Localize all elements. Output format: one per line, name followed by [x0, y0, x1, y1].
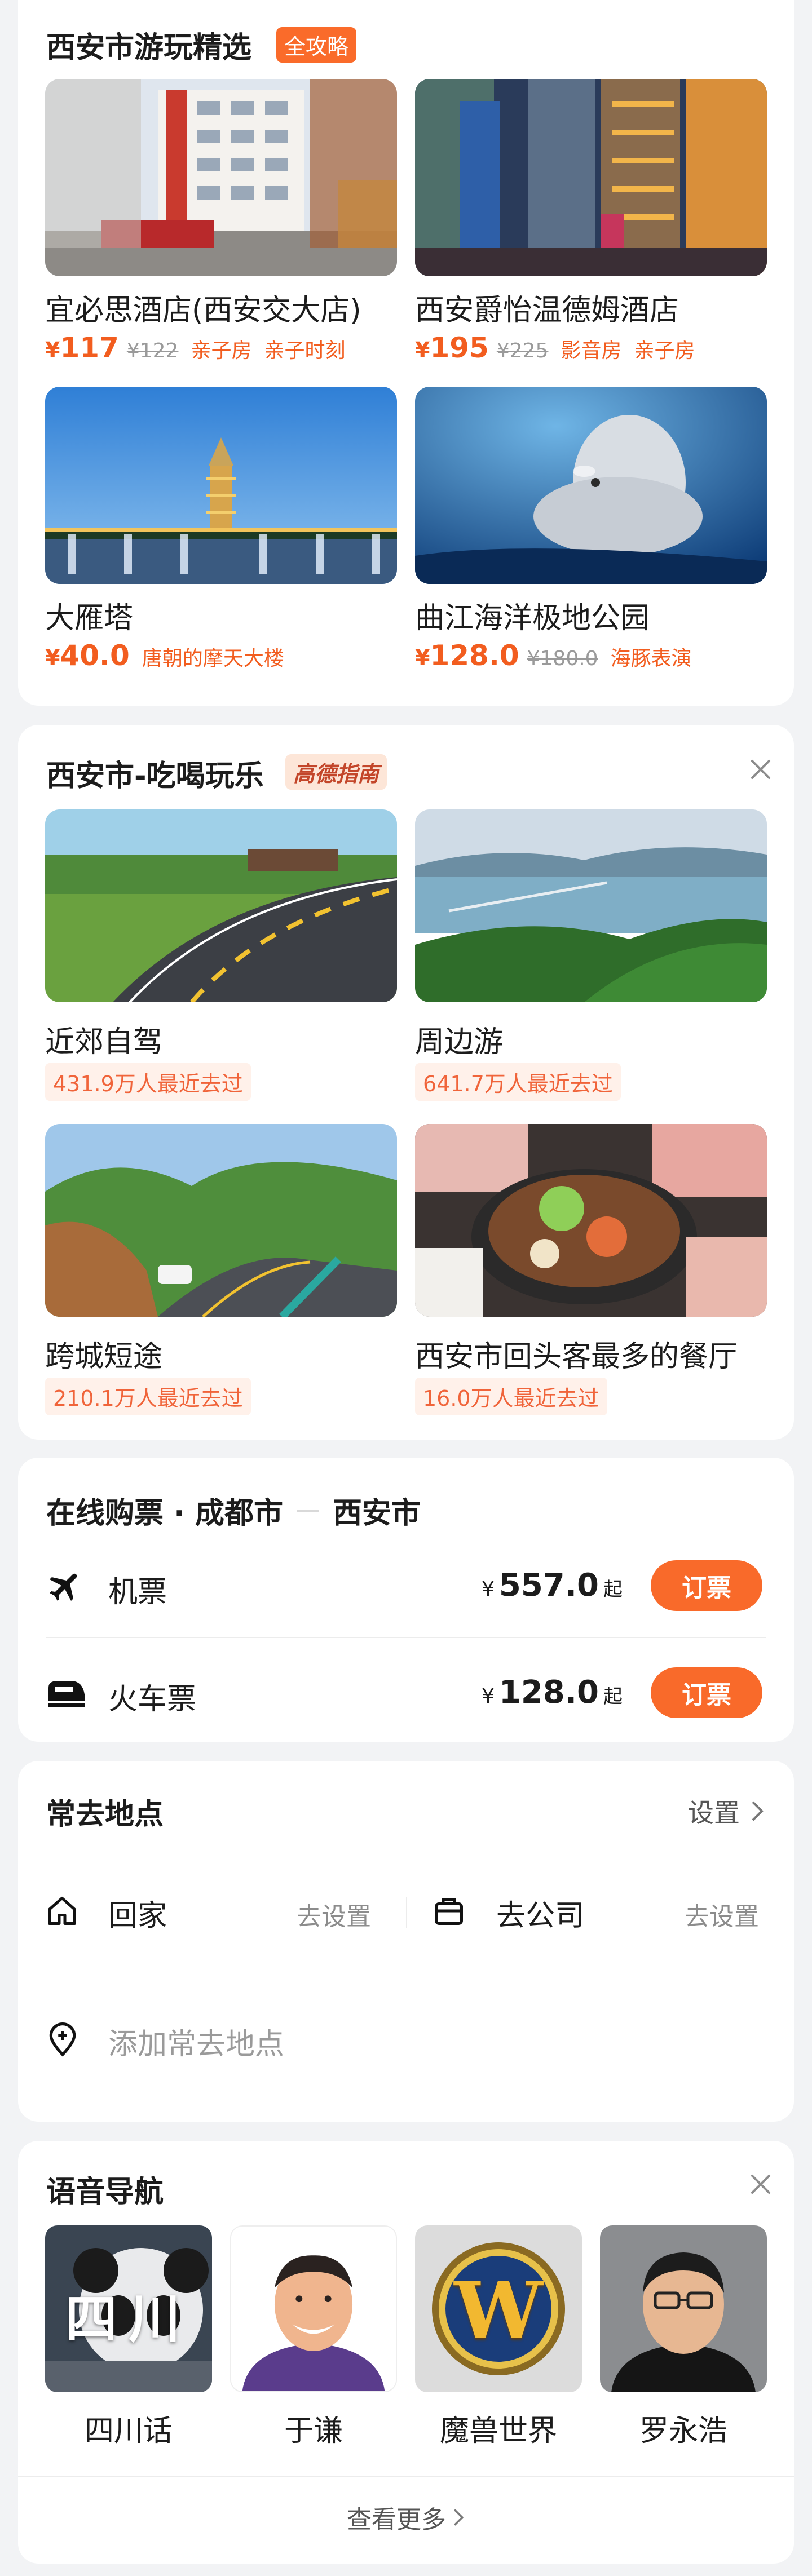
- picks-item-name[interactable]: 西安爵怡温德姆酒店: [415, 286, 679, 329]
- flight-order-button[interactable]: 订票: [651, 1560, 762, 1611]
- chevron-right-icon: [453, 2509, 464, 2526]
- tickets-card: 在线购票 · 成都市 西安市 机票 ¥ 557.0 起 订票 火车票 ¥ 128…: [18, 1458, 794, 1742]
- close-icon[interactable]: [748, 756, 774, 782]
- eat-item-name[interactable]: 近郊自驾: [45, 1018, 162, 1060]
- places-card: 常去地点 设置 回家 去设置 去公司 去设置 添加常去地点: [18, 1761, 794, 2122]
- picks-item-price-row: ¥195 ¥225 影音房 亲子房: [415, 331, 695, 364]
- hotel-ibis-image[interactable]: [45, 79, 397, 276]
- picks-item-price-row: ¥117 ¥122 亲子房 亲子时刻: [45, 331, 345, 364]
- price-value: ¥128.0: [415, 639, 519, 672]
- intercity-trip-image[interactable]: [45, 1124, 397, 1317]
- add-place-label[interactable]: 添加常去地点: [108, 2020, 284, 2062]
- voice-warcraft-image[interactable]: W: [415, 2225, 582, 2392]
- home-label[interactable]: 回家: [108, 1892, 167, 1934]
- picks-card: 西安市游玩精选 全攻略 宜必思酒店(西安交大店) ¥117 ¥122 亲子房 亲…: [18, 0, 794, 706]
- picks-item-name[interactable]: 曲江海洋极地公园: [415, 594, 650, 636]
- price-value: ¥40.0: [45, 639, 130, 672]
- picks-item-price-row: ¥128.0 ¥180.0 海豚表演: [415, 639, 692, 672]
- price-value: ¥195: [415, 331, 489, 364]
- settings-label: 设置: [688, 1798, 740, 1828]
- view-more-label: 查看更多: [347, 2506, 446, 2534]
- old-price: ¥225: [496, 339, 549, 362]
- route-line: [296, 1509, 319, 1512]
- eat-item-name[interactable]: 跨城短途: [45, 1333, 162, 1375]
- eat-item-name[interactable]: 西安市回头客最多的餐厅: [415, 1333, 738, 1375]
- sichuan-overlay-text: 四川: [65, 2289, 192, 2349]
- home-set-action[interactable]: 去设置: [297, 1896, 371, 1932]
- hotel-wyndham-image[interactable]: [415, 79, 767, 276]
- places-settings-link[interactable]: 设置: [688, 1792, 766, 1830]
- voice-card: 语音导航 四川 四川话 于谦 W 魔兽世界 罗永浩 查看更多: [18, 2141, 794, 2564]
- picks-item-name[interactable]: 大雁塔: [45, 594, 133, 636]
- nearby-tour-image[interactable]: [415, 809, 767, 1002]
- eat-title: 西安市-吃喝玩乐: [46, 759, 264, 793]
- tickets-title: 在线购票 · 成都市 西安市: [46, 1489, 421, 1532]
- price-value: ¥117: [45, 331, 119, 364]
- places-title: 常去地点: [46, 1798, 164, 1831]
- home-icon: [48, 1897, 76, 1925]
- voice-item-name[interactable]: 罗永浩: [600, 2407, 767, 2449]
- item-tag: 亲子时刻: [264, 339, 346, 362]
- train-icon: [48, 1681, 85, 1707]
- close-icon[interactable]: [748, 2171, 774, 2197]
- voice-item-name[interactable]: 四川话: [45, 2407, 212, 2449]
- view-more-link[interactable]: 查看更多: [18, 2499, 794, 2535]
- airplane-icon: [49, 1573, 77, 1601]
- briefcase-icon: [435, 1898, 463, 1925]
- item-tag: 亲子房: [634, 339, 695, 362]
- item-tag: 亲子房: [191, 339, 252, 362]
- amap-guide-badge: 高德指南: [285, 754, 387, 790]
- visit-count-tag: 16.0万人最近去过: [415, 1378, 607, 1415]
- picks-title: 西安市游玩精选: [46, 31, 252, 65]
- divider: [18, 2476, 794, 2477]
- old-price: ¥122: [126, 339, 179, 362]
- item-tag: 影音房: [561, 339, 622, 362]
- flight-price: ¥ 557.0 起: [481, 1567, 623, 1604]
- voice-luoyonghao-image[interactable]: [600, 2225, 767, 2392]
- picks-badge[interactable]: 全攻略: [276, 27, 357, 63]
- item-tag: 唐朝的摩天大楼: [142, 647, 284, 670]
- restaurant-image[interactable]: [415, 1124, 767, 1317]
- vertical-divider: [406, 1897, 407, 1928]
- work-set-action[interactable]: 去设置: [685, 1896, 759, 1932]
- train-price: ¥ 128.0 起: [481, 1674, 623, 1711]
- add-location-icon: [49, 2022, 76, 2057]
- divider: [46, 1637, 766, 1638]
- picks-item-price-row: ¥40.0 唐朝的摩天大楼: [45, 639, 284, 672]
- old-price: ¥180.0: [527, 647, 598, 670]
- ocean-park-image[interactable]: [415, 387, 767, 584]
- train-order-button[interactable]: 订票: [651, 1667, 762, 1718]
- warcraft-overlay-text: W: [454, 2265, 543, 2357]
- voice-sichuan-image[interactable]: 四川: [45, 2225, 212, 2392]
- voice-title: 语音导航: [46, 2175, 164, 2209]
- picks-item-name[interactable]: 宜必思酒店(西安交大店): [45, 286, 361, 329]
- voice-item-name[interactable]: 于谦: [230, 2407, 397, 2449]
- tickets-title-destination: 西安市: [332, 1497, 421, 1530]
- voice-yuqian-image[interactable]: [230, 2225, 397, 2392]
- visit-count-tag: 641.7万人最近去过: [415, 1063, 621, 1101]
- visit-count-tag: 431.9万人最近去过: [45, 1063, 251, 1101]
- self-drive-image[interactable]: [45, 809, 397, 1002]
- visit-count-tag: 210.1万人最近去过: [45, 1378, 251, 1415]
- eat-card: 西安市-吃喝玩乐 高德指南 近郊自驾 431.9万人最近去过 周边游 641.7…: [18, 725, 794, 1440]
- chevron-right-icon: [752, 1801, 764, 1821]
- item-tag: 海豚表演: [610, 647, 692, 670]
- tickets-title-origin: 在线购票 · 成都市: [46, 1497, 283, 1530]
- voice-item-name[interactable]: 魔兽世界: [415, 2407, 582, 2449]
- eat-item-name[interactable]: 周边游: [415, 1018, 503, 1060]
- flight-label[interactable]: 机票: [108, 1568, 167, 1610]
- work-label[interactable]: 去公司: [496, 1892, 584, 1934]
- big-wild-goose-pagoda-image[interactable]: [45, 387, 397, 584]
- train-label[interactable]: 火车票: [108, 1675, 196, 1718]
